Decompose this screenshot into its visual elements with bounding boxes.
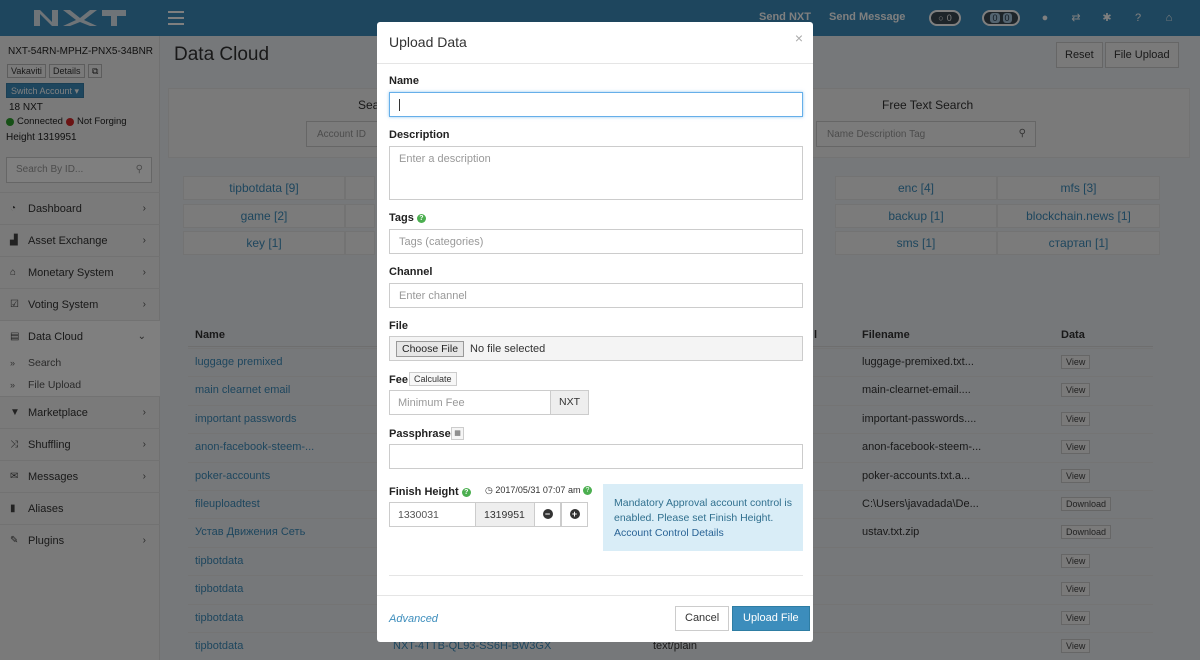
modal-title: Upload Data (389, 34, 467, 50)
tags-label-text: Tags (389, 212, 414, 224)
calculate-button[interactable]: Calculate (409, 372, 457, 386)
description-textarea[interactable]: Enter a description (389, 146, 803, 200)
choose-file-button[interactable]: Choose File (396, 340, 465, 357)
finish-height-label: Finish Height ? (389, 486, 471, 498)
fee-unit: NXT (550, 390, 589, 415)
finish-date-text: 2017/05/31 07:07 am (495, 485, 581, 495)
modal-header-divider (377, 63, 813, 64)
upload-file-button[interactable]: Upload File (732, 606, 810, 631)
increase-height-button[interactable]: + (561, 502, 588, 527)
file-status: No file selected (470, 342, 546, 355)
clock-icon: ◷ (485, 485, 493, 495)
minus-circle-icon: − (542, 509, 553, 519)
form-divider (389, 575, 803, 576)
keyboard-icon[interactable]: ▦ (451, 427, 464, 440)
help-icon[interactable]: ? (582, 486, 592, 495)
fee-label: Fee (389, 374, 408, 386)
account-control-details-link[interactable]: Account Control Details (614, 527, 724, 539)
passphrase-label: Passphrase (389, 428, 451, 440)
finish-height-label-text: Finish Height (389, 486, 459, 498)
plus-circle-icon: + (569, 509, 580, 519)
help-icon[interactable]: ? (461, 488, 471, 497)
file-label: File (389, 320, 408, 332)
advanced-link[interactable]: Advanced (389, 613, 438, 625)
text-caret (399, 99, 400, 111)
channel-input[interactable]: Enter channel (389, 283, 803, 308)
help-icon[interactable]: ? (416, 214, 426, 223)
name-input[interactable] (389, 92, 803, 117)
channel-label: Channel (389, 266, 433, 278)
modal-footer-divider (377, 595, 813, 596)
placeholder: Enter a description (399, 153, 491, 165)
decrease-height-button[interactable]: − (534, 502, 561, 527)
account-control-info: Mandatory Approval account control is en… (603, 484, 803, 551)
info-text: Mandatory Approval account control is en… (614, 497, 793, 524)
tags-label: Tags ? (389, 212, 426, 224)
description-label: Description (389, 129, 450, 141)
tags-input[interactable]: Tags (categories) (389, 229, 803, 254)
finish-date: ◷ 2017/05/31 07:07 am ? (485, 485, 592, 496)
file-input[interactable]: Choose File No file selected (389, 336, 803, 361)
upload-data-modal: Upload Data × Name Description Enter a d… (377, 22, 813, 642)
placeholder: Tags (categories) (399, 236, 484, 248)
close-icon[interactable]: × (795, 30, 803, 46)
name-label: Name (389, 75, 419, 87)
finish-height-input[interactable]: 1330031 (389, 502, 476, 527)
placeholder: Enter channel (399, 290, 467, 302)
placeholder: Minimum Fee (398, 397, 465, 409)
passphrase-input[interactable] (389, 444, 803, 469)
cancel-button[interactable]: Cancel (675, 606, 730, 631)
fee-input[interactable]: Minimum Fee (389, 390, 551, 415)
current-height-display: 1319951 (475, 502, 535, 527)
